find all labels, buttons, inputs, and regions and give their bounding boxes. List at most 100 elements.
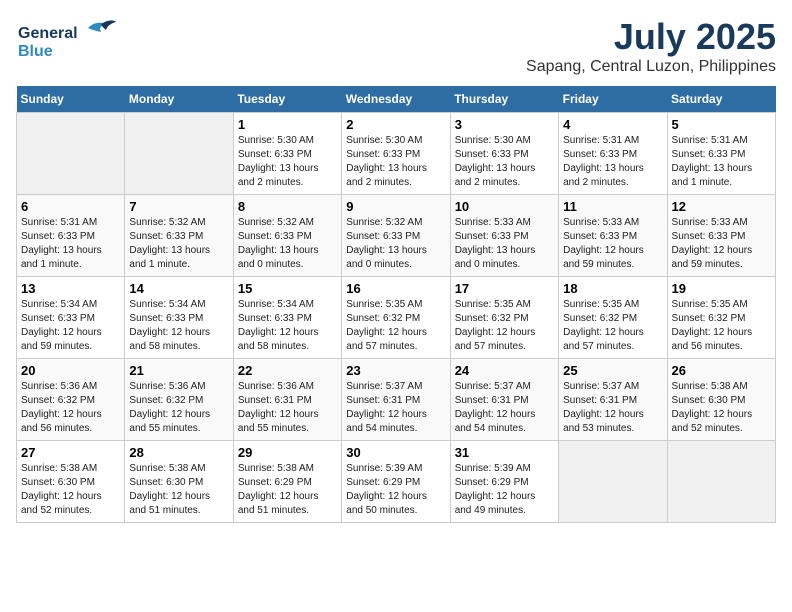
day-info: Sunrise: 5:35 AMSunset: 6:32 PMDaylight:…	[563, 298, 662, 354]
calendar-cell: 5Sunrise: 5:31 AMSunset: 6:33 PMDaylight…	[667, 113, 775, 195]
calendar-week-4: 20Sunrise: 5:36 AMSunset: 6:32 PMDayligh…	[17, 359, 776, 441]
day-info: Sunrise: 5:36 AMSunset: 6:32 PMDaylight:…	[129, 380, 228, 436]
day-number: 25	[563, 363, 662, 378]
day-number: 15	[238, 281, 337, 296]
calendar-cell	[559, 441, 667, 523]
day-info: Sunrise: 5:33 AMSunset: 6:33 PMDaylight:…	[672, 216, 771, 272]
day-number: 16	[346, 281, 445, 296]
calendar-cell: 18 Sunrise: 5:35 AMSunset: 6:32 PMDayligh…	[559, 277, 667, 359]
calendar-week-1: 1 Sunrise: 5:30 AMSunset: 6:33 PMDaylight…	[17, 113, 776, 195]
page-header: General Blue July 2025 Sapang, Central L…	[16, 16, 776, 76]
calendar-cell: 21 Sunrise: 5:36 AMSunset: 6:32 PMDayligh…	[125, 359, 233, 441]
calendar-cell: 15 Sunrise: 5:34 AMSunset: 6:33 PMDayligh…	[233, 277, 341, 359]
day-number: 10	[455, 199, 554, 214]
calendar-cell	[17, 113, 125, 195]
day-number: 17	[455, 281, 554, 296]
calendar-week-5: 27 Sunrise: 5:38 AMSunset: 6:30 PMDayligh…	[17, 441, 776, 523]
logo: General Blue	[16, 16, 116, 66]
day-number: 4	[563, 117, 662, 132]
svg-text:General: General	[18, 25, 78, 42]
day-info: Sunrise: 5:38 AMSunset: 6:29 PMDaylight:…	[238, 462, 337, 518]
day-info: Sunrise: 5:39 AMSunset: 6:29 PMDaylight:…	[346, 462, 445, 518]
calendar-cell: 11 Sunrise: 5:33 AMSunset: 6:33 PMDayligh…	[559, 195, 667, 277]
day-info: Sunrise: 5:33 AMSunset: 6:33 PMDaylight:…	[455, 216, 554, 272]
calendar-cell: 9 Sunrise: 5:32 AMSunset: 6:33 PMDaylight…	[342, 195, 450, 277]
calendar-cell	[667, 441, 775, 523]
day-number: 6	[21, 199, 120, 214]
calendar-cell: 22 Sunrise: 5:36 AMSunset: 6:31 PMDayligh…	[233, 359, 341, 441]
calendar-cell: 12 Sunrise: 5:33 AMSunset: 6:33 PMDayligh…	[667, 195, 775, 277]
day-number: 13	[21, 281, 120, 296]
day-info: Sunrise: 5:33 AMSunset: 6:33 PMDaylight:…	[563, 216, 662, 272]
day-number: 27	[21, 445, 120, 460]
calendar-cell: 14Sunrise: 5:34 AMSunset: 6:33 PMDayligh…	[125, 277, 233, 359]
day-info: Sunrise: 5:30 AMSunset: 6:33 PMDaylight:…	[346, 134, 445, 190]
day-info: Sunrise: 5:36 AMSunset: 6:31 PMDaylight:…	[238, 380, 337, 436]
day-info: Sunrise: 5:30 AMSunset: 6:33 PMDaylight:…	[455, 134, 554, 190]
day-info: Sunrise: 5:32 AMSunset: 6:33 PMDaylight:…	[129, 216, 228, 272]
calendar-cell: 23Sunrise: 5:37 AMSunset: 6:31 PMDayligh…	[342, 359, 450, 441]
calendar-cell: 13Sunrise: 5:34 AMSunset: 6:33 PMDayligh…	[17, 277, 125, 359]
day-number: 1	[238, 117, 337, 132]
calendar-cell: 28Sunrise: 5:38 AMSunset: 6:30 PMDayligh…	[125, 441, 233, 523]
calendar-cell: 30 Sunrise: 5:39 AMSunset: 6:29 PMDayligh…	[342, 441, 450, 523]
weekday-header-wednesday: Wednesday	[342, 86, 450, 113]
day-info: Sunrise: 5:30 AMSunset: 6:33 PMDaylight:…	[238, 134, 337, 190]
weekday-header-friday: Friday	[559, 86, 667, 113]
calendar-cell: 7 Sunrise: 5:32 AMSunset: 6:33 PMDaylight…	[125, 195, 233, 277]
weekday-header-tuesday: Tuesday	[233, 86, 341, 113]
day-info: Sunrise: 5:32 AMSunset: 6:33 PMDaylight:…	[238, 216, 337, 272]
calendar-week-2: 6 Sunrise: 5:31 AMSunset: 6:33 PMDaylight…	[17, 195, 776, 277]
calendar-cell: 31 Sunrise: 5:39 AMSunset: 6:29 PMDayligh…	[450, 441, 558, 523]
day-number: 29	[238, 445, 337, 460]
day-number: 26	[672, 363, 771, 378]
calendar-table: SundayMondayTuesdayWednesdayThursdayFrid…	[16, 86, 776, 523]
day-number: 3	[455, 117, 554, 132]
day-info: Sunrise: 5:36 AMSunset: 6:32 PMDaylight:…	[21, 380, 120, 436]
location-title: Sapang, Central Luzon, Philippines	[526, 58, 776, 76]
svg-text:Blue: Blue	[18, 43, 53, 60]
day-info: Sunrise: 5:38 AMSunset: 6:30 PMDaylight:…	[21, 462, 120, 518]
calendar-cell: 10 Sunrise: 5:33 AMSunset: 6:33 PMDayligh…	[450, 195, 558, 277]
day-number: 22	[238, 363, 337, 378]
day-info: Sunrise: 5:34 AMSunset: 6:33 PMDaylight:…	[238, 298, 337, 354]
day-info: Sunrise: 5:32 AMSunset: 6:33 PMDaylight:…	[346, 216, 445, 272]
day-info: Sunrise: 5:37 AMSunset: 6:31 PMDaylight:…	[563, 380, 662, 436]
day-number: 11	[563, 199, 662, 214]
calendar-cell: 24 Sunrise: 5:37 AMSunset: 6:31 PMDayligh…	[450, 359, 558, 441]
day-number: 31	[455, 445, 554, 460]
day-info: Sunrise: 5:31 AMSunset: 6:33 PMDaylight:…	[21, 216, 120, 272]
day-number: 2	[346, 117, 445, 132]
title-block: July 2025 Sapang, Central Luzon, Philipp…	[526, 16, 776, 76]
day-info: Sunrise: 5:37 AMSunset: 6:31 PMDaylight:…	[455, 380, 554, 436]
day-number: 5	[672, 117, 771, 132]
weekday-header-sunday: Sunday	[17, 86, 125, 113]
day-info: Sunrise: 5:31 AMSunset: 6:33 PMDaylight:…	[563, 134, 662, 190]
day-info: Sunrise: 5:38 AMSunset: 6:30 PMDaylight:…	[129, 462, 228, 518]
weekday-header-saturday: Saturday	[667, 86, 775, 113]
day-number: 21	[129, 363, 228, 378]
day-number: 24	[455, 363, 554, 378]
day-number: 19	[672, 281, 771, 296]
calendar-header-row: SundayMondayTuesdayWednesdayThursdayFrid…	[17, 86, 776, 113]
logo-svg: General Blue	[16, 16, 116, 66]
day-number: 18	[563, 281, 662, 296]
weekday-header-thursday: Thursday	[450, 86, 558, 113]
calendar-cell: 26Sunrise: 5:38 AMSunset: 6:30 PMDayligh…	[667, 359, 775, 441]
day-info: Sunrise: 5:39 AMSunset: 6:29 PMDaylight:…	[455, 462, 554, 518]
day-number: 8	[238, 199, 337, 214]
calendar-cell: 3 Sunrise: 5:30 AMSunset: 6:33 PMDaylight…	[450, 113, 558, 195]
day-info: Sunrise: 5:35 AMSunset: 6:32 PMDaylight:…	[672, 298, 771, 354]
calendar-cell: 2 Sunrise: 5:30 AMSunset: 6:33 PMDaylight…	[342, 113, 450, 195]
calendar-cell: 20Sunrise: 5:36 AMSunset: 6:32 PMDayligh…	[17, 359, 125, 441]
calendar-cell: 16Sunrise: 5:35 AMSunset: 6:32 PMDayligh…	[342, 277, 450, 359]
day-number: 12	[672, 199, 771, 214]
calendar-cell: 1 Sunrise: 5:30 AMSunset: 6:33 PMDaylight…	[233, 113, 341, 195]
calendar-cell: 8 Sunrise: 5:32 AMSunset: 6:33 PMDaylight…	[233, 195, 341, 277]
calendar-cell: 4 Sunrise: 5:31 AMSunset: 6:33 PMDaylight…	[559, 113, 667, 195]
day-number: 9	[346, 199, 445, 214]
calendar-cell: 19 Sunrise: 5:35 AMSunset: 6:32 PMDayligh…	[667, 277, 775, 359]
day-info: Sunrise: 5:34 AMSunset: 6:33 PMDaylight:…	[129, 298, 228, 354]
day-number: 7	[129, 199, 228, 214]
day-number: 30	[346, 445, 445, 460]
